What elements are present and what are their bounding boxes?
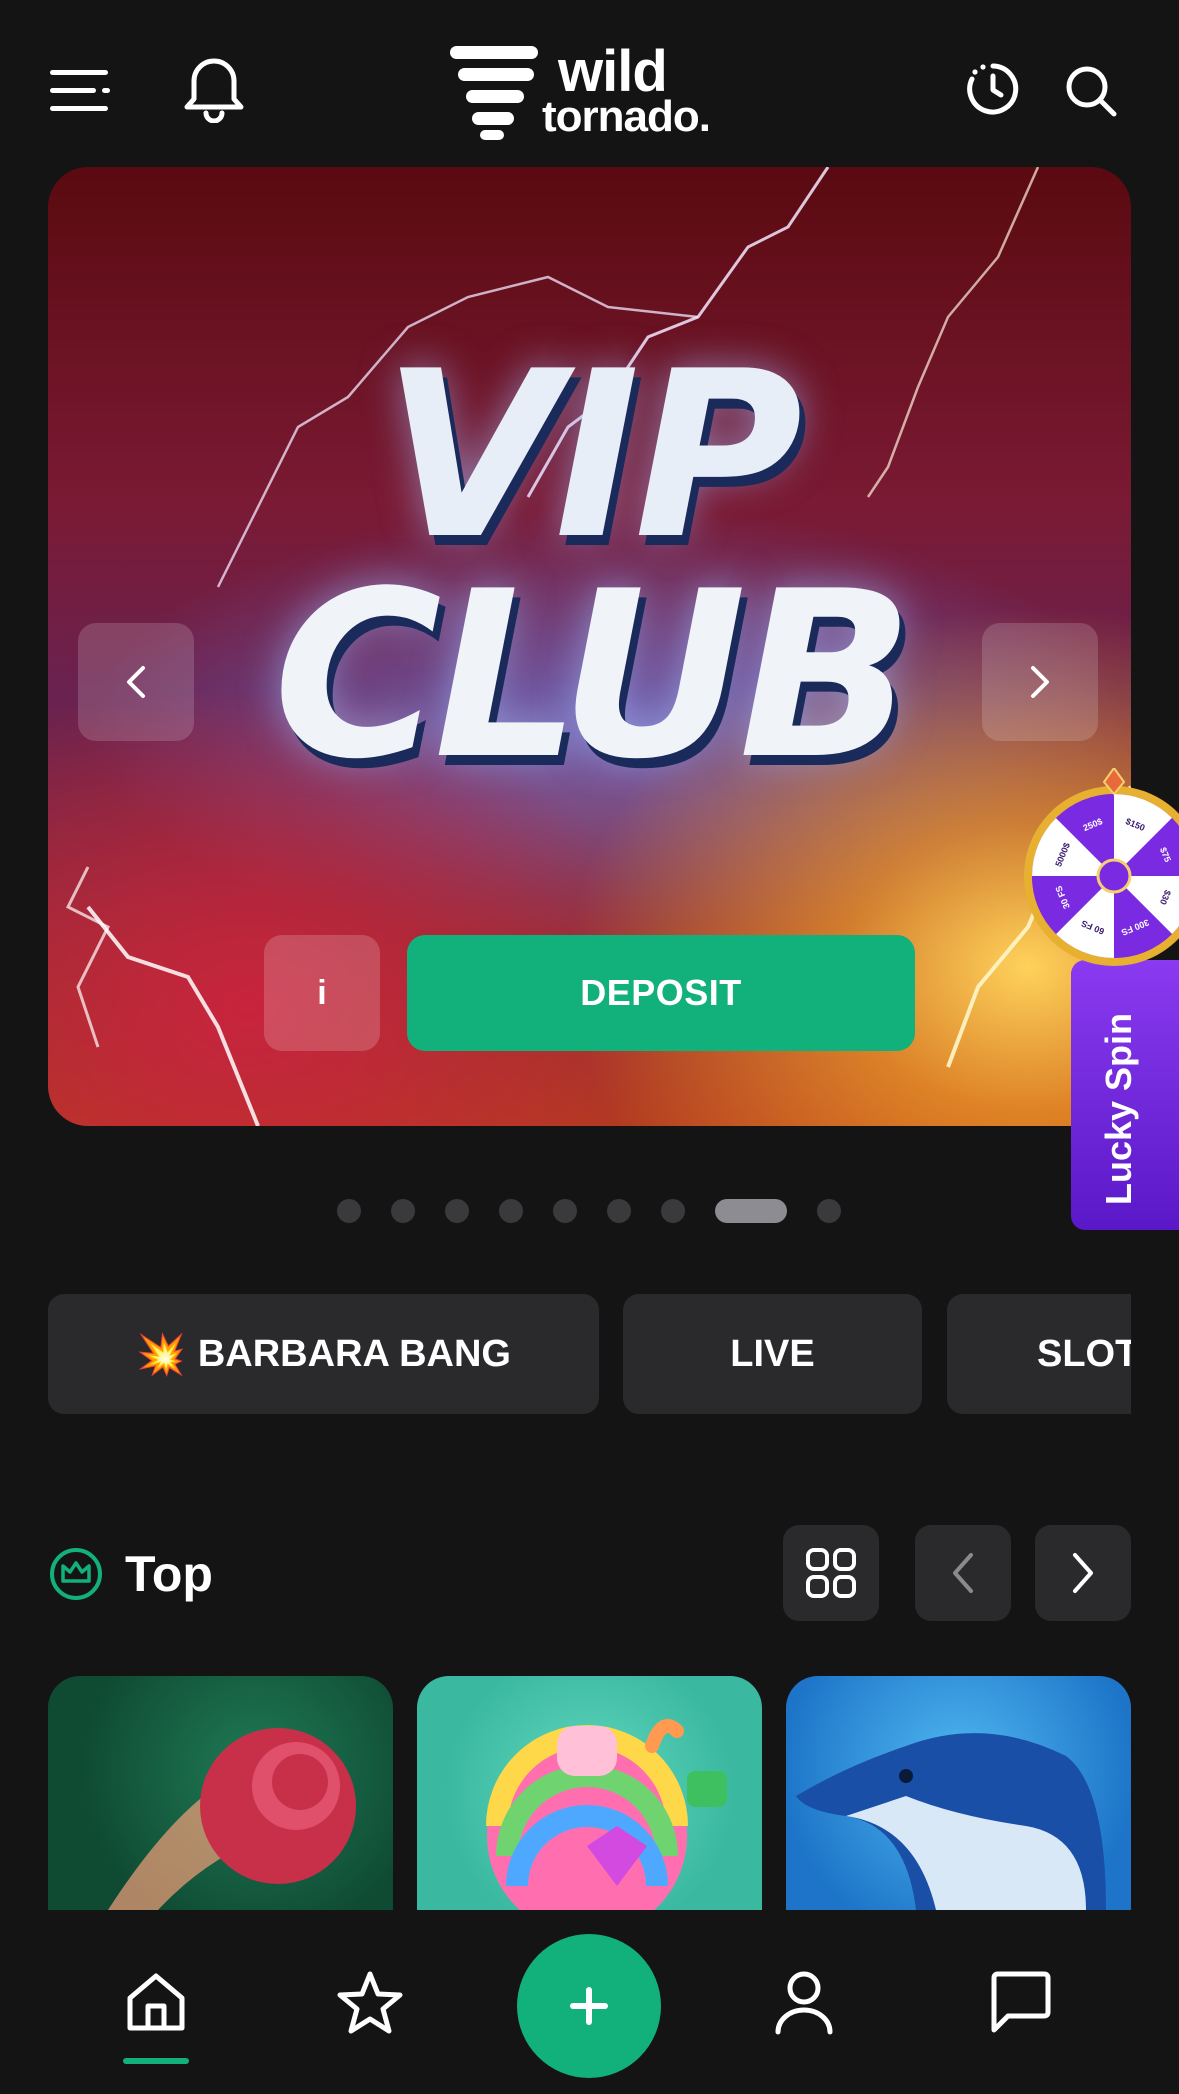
wild-tornado-logo[interactable]: wild tornado.: [448, 39, 738, 144]
pagination-dot[interactable]: [553, 1199, 577, 1223]
top-prev-button[interactable]: [915, 1525, 1011, 1621]
game-tile[interactable]: [417, 1676, 762, 1910]
deposit-button[interactable]: DEPOSIT: [407, 935, 915, 1051]
star-icon: [337, 1971, 403, 2034]
category-live[interactable]: LIVE: [623, 1294, 922, 1414]
game-thumbnail-ball: [108, 1728, 356, 1910]
game-tile[interactable]: [48, 1676, 393, 1910]
pagination-dot[interactable]: [607, 1199, 631, 1223]
category-label: LIVE: [730, 1332, 815, 1375]
pagination-dot[interactable]: [445, 1199, 469, 1223]
category-label: SLOT: [1037, 1332, 1131, 1375]
explosion-icon: 💥: [136, 1332, 186, 1377]
hero-banner[interactable]: VIP CLUB i DEPOSIT: [48, 167, 1131, 1126]
pagination-dot[interactable]: [817, 1199, 841, 1223]
chat-bubble-icon: [991, 1971, 1051, 2033]
pagination-dot[interactable]: [661, 1199, 685, 1223]
carousel-pagination: [0, 1198, 1179, 1223]
nav-profile[interactable]: [772, 1970, 836, 2041]
chevron-left-icon: [953, 1553, 973, 1593]
bottom-navigation: [0, 1910, 1179, 2094]
game-tile[interactable]: [786, 1676, 1131, 1910]
club-title: CLUB: [273, 543, 914, 810]
chevron-right-icon: [1031, 666, 1049, 698]
pagination-dot[interactable]: [337, 1199, 361, 1223]
active-tab-indicator: [123, 2058, 189, 2064]
user-icon: [775, 1971, 833, 2035]
info-button[interactable]: i: [264, 935, 380, 1051]
home-icon: [127, 1973, 185, 2031]
vip-title: VIP: [382, 323, 802, 590]
logo-word-tornado: tornado.: [542, 92, 711, 141]
nav-favorites[interactable]: [336, 1970, 404, 2041]
game-thumbnail-dolphin: [796, 1733, 1106, 1910]
nav-chat[interactable]: [988, 1970, 1054, 2039]
lucky-spin-wheel[interactable]: $150$75$30300 FS60 FS30 FS5000$250$: [1014, 768, 1179, 968]
grid-icon: [806, 1548, 856, 1598]
view-all-grid-button[interactable]: [783, 1525, 879, 1621]
pagination-dot[interactable]: [391, 1199, 415, 1223]
category-label: BARBARA BANG: [197, 1332, 511, 1375]
menu-icon[interactable]: [48, 66, 114, 116]
history-clock-icon[interactable]: [964, 60, 1022, 118]
notification-bell-icon[interactable]: [178, 52, 250, 124]
top-next-button[interactable]: [1035, 1525, 1131, 1621]
lucky-spin-label: Lucky Spin: [1098, 1012, 1139, 1205]
game-thumbnail-candy: [486, 1719, 727, 1910]
plus-icon: [570, 1987, 608, 2025]
add-plus-button[interactable]: [517, 1934, 661, 2078]
search-icon[interactable]: [1062, 62, 1120, 120]
category-slot[interactable]: SLOT: [947, 1294, 1131, 1414]
crown-icon: [50, 1548, 102, 1600]
pagination-dot[interactable]: [499, 1199, 523, 1223]
nav-home[interactable]: [124, 1970, 188, 2039]
chevron-right-icon: [1073, 1553, 1093, 1593]
category-barbara-bang[interactable]: 💥 BARBARA BANG: [48, 1294, 599, 1414]
hero-next-button[interactable]: [982, 623, 1098, 741]
header: wild tornado.: [0, 0, 1179, 170]
hero-prev-button[interactable]: [78, 623, 194, 741]
pagination-dot-active[interactable]: [715, 1199, 787, 1223]
chevron-left-icon: [127, 666, 145, 698]
section-title-top: Top: [125, 1546, 213, 1602]
